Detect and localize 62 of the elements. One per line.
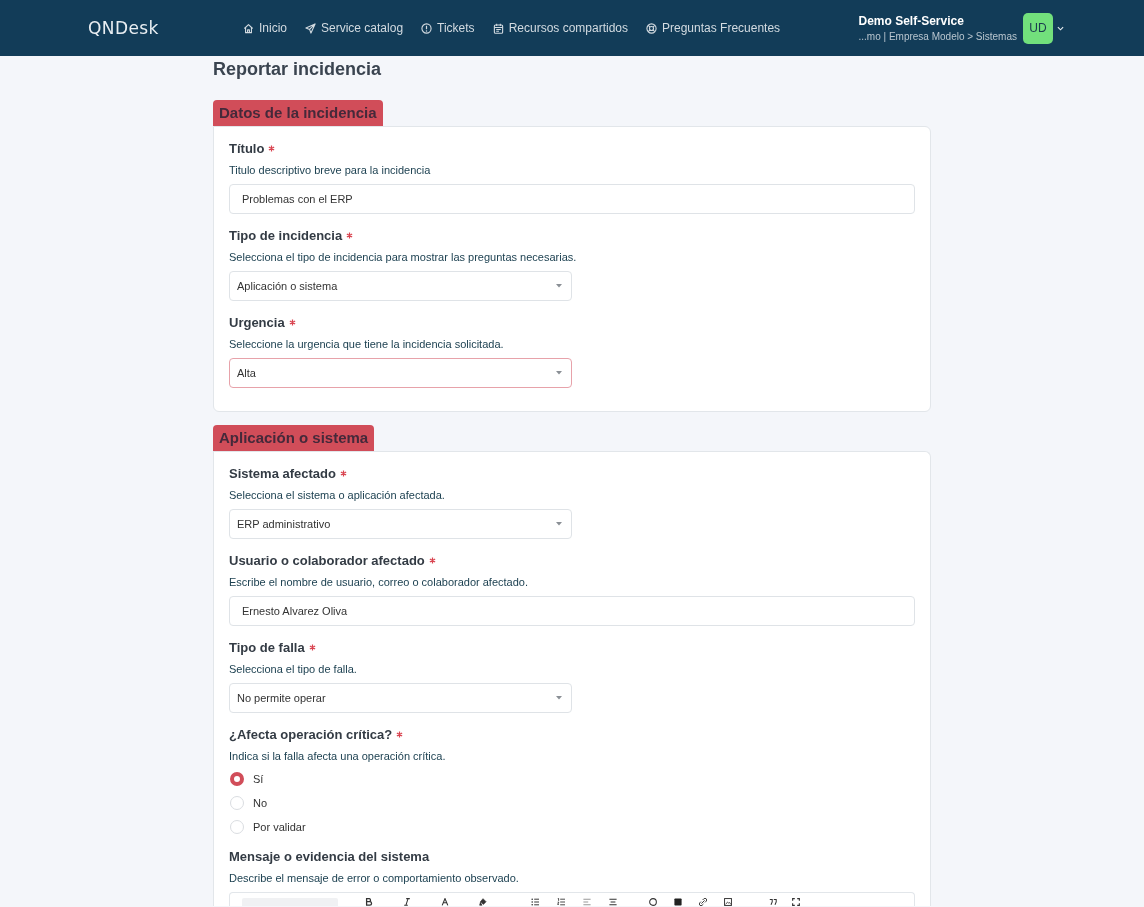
field-label: Tipo de falla [229, 639, 305, 655]
radio-button[interactable] [230, 772, 244, 786]
nav-link[interactable]: Inicio [243, 21, 287, 35]
text-color-icon[interactable] [441, 898, 449, 906]
caret-down-icon [556, 696, 562, 700]
quote-icon[interactable] [769, 898, 777, 906]
highlighter-icon[interactable] [479, 898, 487, 906]
select-dropdown[interactable]: Aplicación o sistema [229, 271, 572, 301]
section-heading: Aplicación o sistema [213, 425, 375, 451]
help-text: Escribe el nombre de usuario, correo o colaborador afectado. [229, 575, 528, 589]
section-heading: Datos de la incidencia [213, 100, 383, 126]
field-label: ¿Afecta operación crítica? [229, 726, 393, 742]
chevron-down-icon[interactable] [1057, 25, 1064, 31]
page-title: Reportar incidencia [213, 58, 382, 80]
help-text: Describe el mensaje de error o comportamiento observado. [229, 871, 519, 885]
app-logo[interactable]: QNDesk [88, 18, 159, 38]
nav-link[interactable]: Tickets [421, 21, 475, 35]
caret-down-icon [556, 284, 562, 288]
help-text: Titulo descriptivo breve para la incidencia [229, 163, 431, 177]
nav-link[interactable]: Recursos compartidos [492, 21, 628, 35]
user-context: ...mo | Empresa Modelo > Sistemas [858, 31, 1017, 42]
italic-icon[interactable] [403, 898, 411, 906]
numbered-list-icon[interactable] [557, 898, 565, 906]
calendar-icon [492, 22, 504, 34]
user-name: Demo Self-Service [858, 14, 964, 28]
nav-link[interactable]: Preguntas Frecuentes [646, 21, 781, 35]
select-dropdown[interactable]: ERP administrativo [229, 509, 572, 539]
home-icon [243, 22, 254, 34]
radio-label[interactable]: Sí [253, 773, 264, 785]
exclamation-circle-icon [421, 22, 433, 34]
paper-plane-icon [305, 22, 316, 34]
help-text: Seleccione la urgencia que tiene la incidencia solicitada. [229, 337, 504, 351]
radio-label[interactable]: No [253, 797, 268, 809]
nav-link[interactable]: Service catalog [305, 21, 404, 35]
help-text: Selecciona el tipo de falla. [229, 662, 357, 676]
caret-down-icon [556, 522, 562, 526]
field-label: Tipo de incidencia [229, 227, 343, 243]
image-icon[interactable] [724, 898, 732, 906]
bold-icon[interactable] [365, 898, 373, 906]
help-text: Selecciona el sistema o aplicación afectada. [229, 488, 445, 502]
caret-down-icon [556, 371, 562, 375]
text-input[interactable]: Ernesto Alvarez Oliva [229, 596, 915, 626]
help-text: Selecciona el tipo de incidencia para mostrar las preguntas necesarias. [229, 250, 577, 264]
rich-text-editor[interactable] [229, 892, 915, 906]
field-label: Mensaje o evidencia del sistema [229, 848, 430, 864]
help-text: Indica si la falla afecta una operación crítica. [229, 749, 446, 763]
link-icon[interactable] [699, 898, 707, 906]
align-center-icon[interactable] [609, 898, 617, 906]
field-label: Urgencia [229, 314, 285, 330]
field-label: Sistema afectado [229, 465, 336, 481]
circle-icon[interactable] [649, 898, 657, 906]
field-label: Título [229, 140, 265, 156]
select-dropdown[interactable]: Alta [229, 358, 572, 388]
bullet-list-icon[interactable] [531, 898, 539, 906]
lifebuoy-icon [646, 22, 657, 34]
square-icon[interactable] [674, 898, 682, 906]
field-label: Usuario o colaborador afectado [229, 552, 425, 568]
fullscreen-icon[interactable] [792, 898, 800, 906]
text-input[interactable]: Problemas con el ERP [229, 184, 915, 214]
radio-label[interactable]: Por validar [253, 821, 306, 833]
select-dropdown[interactable]: No permite operar [229, 683, 572, 713]
user-avatar[interactable]: UD [1023, 12, 1053, 44]
